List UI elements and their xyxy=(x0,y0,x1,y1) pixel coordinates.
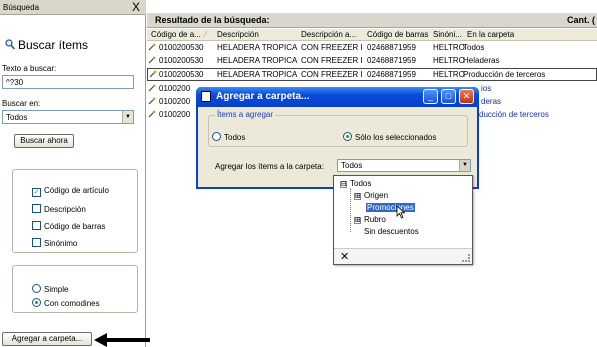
table-row-selected[interactable]: 0100200530 HELADERA TROPICA CON FREEZER … xyxy=(147,68,597,81)
search-in-value: Todos xyxy=(6,113,28,122)
results-count-label: Cant. ( xyxy=(567,15,595,25)
tree-node-sin-descuentos[interactable]: Sin descuentos xyxy=(364,227,419,236)
pointer-arrow-icon xyxy=(94,333,150,347)
column-description[interactable]: Descripción xyxy=(217,30,259,39)
radio-wildcards[interactable]: Con comodines xyxy=(32,298,100,308)
app-icon xyxy=(201,91,211,102)
column-synonym[interactable]: Sinóni... xyxy=(433,30,462,39)
item-icon xyxy=(148,97,156,105)
table-row[interactable]: 0100200530 HELADERA TROPICA CON FREEZER … xyxy=(147,42,597,54)
checkbox-synonym[interactable]: Sinónimo xyxy=(32,238,77,248)
search-title: Buscar ítems xyxy=(18,38,89,52)
sort-icon: ⁄ xyxy=(205,30,207,39)
items-to-add-label: Ítems a agregar xyxy=(215,110,276,119)
tree-node-origen[interactable]: ⊞ Origen xyxy=(354,191,388,200)
search-in-select[interactable]: Todos ▼ xyxy=(2,110,134,124)
dialog-title: Agregar a carpeta... xyxy=(216,91,310,102)
add-to-folder-button[interactable]: Agregar a carpeta... xyxy=(2,332,92,346)
expand-icon[interactable]: ⊞ xyxy=(354,193,361,200)
text-to-search-label: Texto a buscar: xyxy=(2,64,57,73)
text-to-search-input[interactable]: ^?30 xyxy=(2,75,134,89)
collapse-icon[interactable]: ⊟ xyxy=(340,181,347,188)
add-items-label: Agregar los ítems a la carpeta: xyxy=(215,162,324,171)
tree-node-promociones[interactable]: Promociones xyxy=(366,203,415,212)
close-button[interactable]: ✕ xyxy=(459,89,474,104)
item-icon xyxy=(148,110,156,118)
chevron-down-icon[interactable]: ▼ xyxy=(122,111,133,123)
checkbox-description[interactable]: Descripción xyxy=(32,204,86,214)
search-panel-header: Búsqueda X xyxy=(0,0,146,15)
column-folder[interactable]: En la carpeta xyxy=(467,30,514,39)
search-now-button[interactable]: Buscar ahora xyxy=(14,134,74,148)
add-to-folder-dialog: Agregar a carpeta... _ □ ✕ Ítems a agreg… xyxy=(196,87,479,189)
items-to-add-group: Ítems a agregar xyxy=(208,110,468,147)
column-description-alt[interactable]: Descripción a... xyxy=(301,30,356,39)
checkbox-barcode[interactable]: Código de barras xyxy=(32,221,105,231)
search-in-label: Buscar en: xyxy=(2,99,41,108)
tree-node-root[interactable]: ⊟ Todos xyxy=(340,179,371,188)
item-icon xyxy=(148,84,156,92)
column-barcode[interactable]: Código de barras xyxy=(367,30,428,39)
tree-footer: ✕ xyxy=(334,248,472,264)
radio-all-items[interactable]: Todos xyxy=(212,132,245,142)
dialog-titlebar[interactable]: Agregar a carpeta... _ □ ✕ xyxy=(196,87,479,107)
minimize-button[interactable]: _ xyxy=(423,89,438,104)
magnifier-icon xyxy=(5,39,15,50)
checkmark-icon[interactable]: ✓ xyxy=(32,188,41,197)
tree-node-rubro[interactable]: ⊞ Rubro xyxy=(354,215,386,224)
expand-icon[interactable]: ⊞ xyxy=(354,217,361,224)
radio-selected-only[interactable]: Sólo los seleccionados xyxy=(343,132,436,142)
resize-grip-icon[interactable] xyxy=(462,254,470,262)
item-icon xyxy=(148,56,156,64)
close-icon[interactable]: ✕ xyxy=(340,250,349,263)
chevron-down-icon[interactable]: ▼ xyxy=(459,160,470,171)
results-title: Resultado de la búsqueda: xyxy=(155,15,270,25)
folder-tree-dropdown: ⊟ Todos ⊞ Origen Promociones ⊞ Rubro Sin de… xyxy=(333,175,473,265)
item-icon xyxy=(149,70,157,78)
search-panel: Búsqueda X Buscar ítems Texto a buscar: … xyxy=(0,0,146,347)
results-header: Resultado de la búsqueda: Cant. ( xyxy=(147,13,597,28)
close-icon[interactable]: X xyxy=(132,0,140,14)
search-panel-title: Búsqueda xyxy=(3,3,40,12)
column-code[interactable]: Código de a... xyxy=(151,30,201,39)
table-row[interactable]: 0100200530 HELADERA TROPICA CON FREEZER … xyxy=(147,55,597,67)
folder-select-value: Todos xyxy=(341,161,363,170)
checkbox-article-code[interactable]: ✓ Código de artículo xyxy=(32,186,109,197)
item-icon xyxy=(148,43,156,51)
results-column-header: Código de a... ⁄ Descripción Descripción… xyxy=(147,29,597,41)
maximize-button[interactable]: □ xyxy=(441,89,456,104)
folder-select[interactable]: Todos ▼ xyxy=(337,159,471,172)
mouse-cursor-icon xyxy=(396,205,406,219)
radio-simple[interactable]: Simple xyxy=(32,284,68,294)
